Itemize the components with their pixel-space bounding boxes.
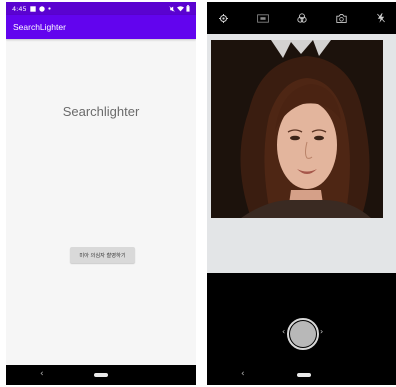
no-sound-icon bbox=[169, 5, 175, 12]
back-button[interactable]: ‹ bbox=[40, 369, 44, 379]
camera-toolbar bbox=[207, 2, 396, 34]
status-time: 4:45 bbox=[12, 4, 27, 13]
filter-icon[interactable] bbox=[296, 12, 308, 24]
shutter-button[interactable] bbox=[287, 318, 319, 350]
shutter-inner bbox=[290, 321, 316, 347]
home-pill[interactable] bbox=[94, 373, 108, 377]
app-bar: SearchLighter bbox=[6, 15, 196, 39]
battery-icon bbox=[186, 5, 190, 12]
next-mode-arrow[interactable]: › bbox=[320, 327, 323, 337]
camera-screen: ‹ › ‹ bbox=[207, 2, 396, 385]
page-heading: Searchlighter bbox=[62, 104, 140, 119]
navigation-bar: ‹ bbox=[207, 365, 396, 385]
home-pill[interactable] bbox=[297, 373, 311, 377]
navigation-bar: ‹ bbox=[6, 365, 196, 385]
aspect-ratio-icon[interactable] bbox=[256, 12, 269, 24]
flash-off-icon[interactable] bbox=[375, 12, 387, 24]
status-bar: 4:45 bbox=[6, 2, 196, 15]
messenger-icon bbox=[38, 5, 45, 12]
capture-suspect-button[interactable]: 미아 의심자 촬영하기 bbox=[70, 247, 135, 263]
image-icon bbox=[29, 5, 36, 12]
app-bar-title: SearchLighter bbox=[13, 22, 66, 32]
app-screen: 4:45 SearchLighter Searchlighter 미아 의심자 … bbox=[6, 2, 196, 385]
settings-icon[interactable] bbox=[217, 12, 229, 24]
captured-face-photo bbox=[211, 40, 383, 218]
previous-mode-arrow[interactable]: ‹ bbox=[282, 327, 285, 337]
wifi-icon bbox=[177, 5, 184, 11]
back-button[interactable]: ‹ bbox=[241, 369, 245, 379]
switch-camera-icon[interactable] bbox=[336, 12, 348, 24]
dot-icon bbox=[47, 7, 51, 10]
